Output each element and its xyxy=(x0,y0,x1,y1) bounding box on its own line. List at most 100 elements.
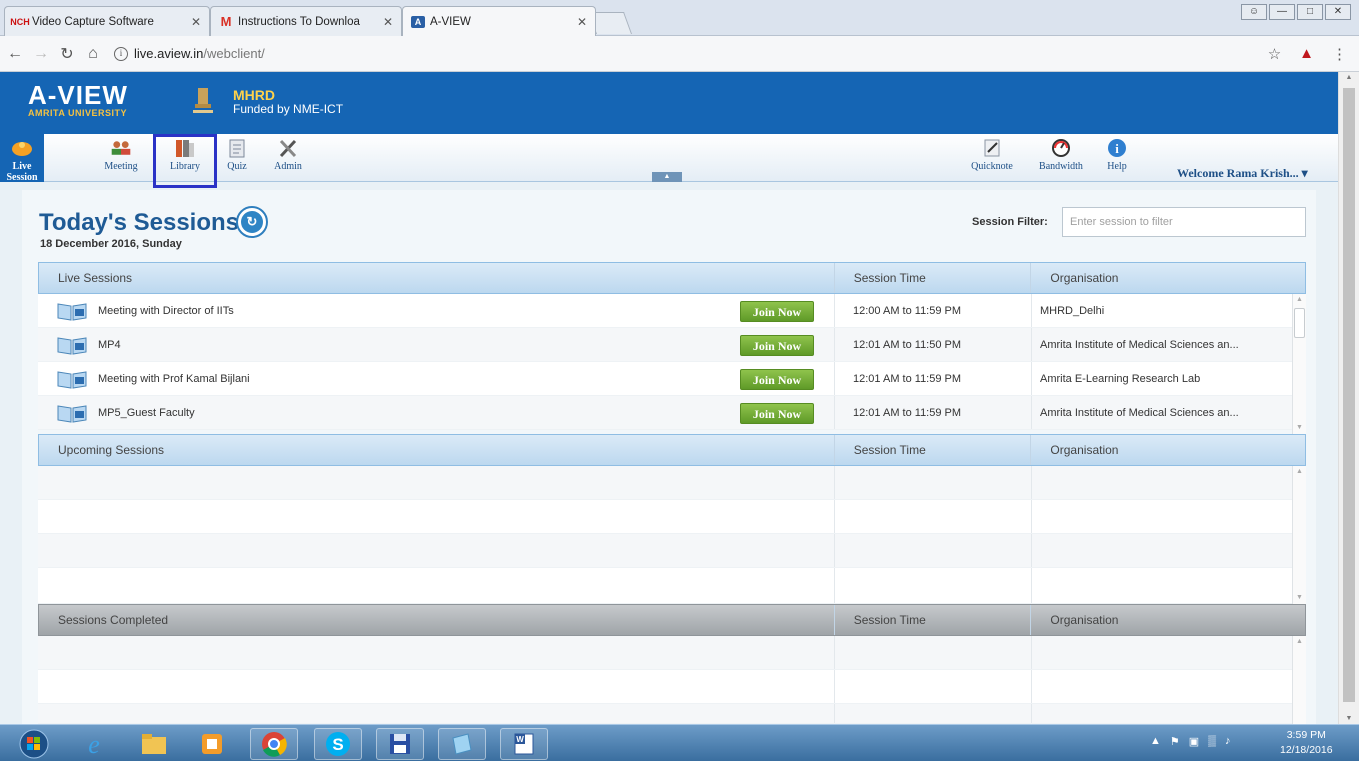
meeting-icon xyxy=(110,138,132,158)
signal-icon[interactable]: ▒ xyxy=(1208,735,1216,748)
bandwidth-gauge-icon xyxy=(1050,138,1072,158)
chrome-icon[interactable] xyxy=(250,728,298,760)
aview-logo: A-VIEW AMRITA UNIVERSITY xyxy=(28,82,128,118)
open-book-icon xyxy=(57,336,87,355)
upcoming-sessions-header: Upcoming Sessions Session Time Organisat… xyxy=(38,434,1306,466)
close-icon[interactable]: ✕ xyxy=(191,15,201,29)
toolbar-label: Meeting xyxy=(104,161,138,172)
scroll-down-icon[interactable]: ▼ xyxy=(1293,592,1306,604)
completed-sessions-scrollbar[interactable]: ▲ xyxy=(1292,636,1306,724)
extension-icon[interactable]: ▲ xyxy=(1299,45,1314,63)
file-explorer-icon[interactable] xyxy=(130,728,178,760)
reload-icon[interactable]: ↻ xyxy=(56,44,78,64)
help-info-icon: i xyxy=(1106,138,1128,158)
join-now-button[interactable]: Join Now xyxy=(740,301,814,322)
scroll-up-icon[interactable]: ▲ xyxy=(1293,636,1306,648)
close-window-icon[interactable]: ✕ xyxy=(1325,4,1351,20)
join-now-button[interactable]: Join Now xyxy=(740,403,814,424)
session-filter-input[interactable] xyxy=(1062,207,1306,237)
scroll-down-icon[interactable]: ▼ xyxy=(1339,715,1359,722)
col-session-time: Session Time xyxy=(835,435,1032,465)
scroll-up-icon[interactable]: ▲ xyxy=(1293,466,1306,478)
toolbar-label: Live Session xyxy=(6,161,38,183)
toolbar-library[interactable]: Library xyxy=(160,134,210,182)
mhrd-branding: MHRD Funded by NME-ICT xyxy=(233,88,343,116)
live-sessions-scrollbar[interactable]: ▲ ▼ xyxy=(1292,294,1306,434)
scroll-up-icon[interactable]: ▲ xyxy=(1293,294,1306,306)
org-title: MHRD xyxy=(233,87,275,103)
col-upcoming-sessions: Upcoming Sessions xyxy=(39,435,835,465)
minimize-icon[interactable]: — xyxy=(1269,4,1295,20)
url-field[interactable]: i live.aview.in/webclient/ xyxy=(114,46,265,61)
join-now-button[interactable]: Join Now xyxy=(740,369,814,390)
tray-expand-icon[interactable]: ▲ xyxy=(1150,735,1161,748)
internet-explorer-icon[interactable]: e xyxy=(70,728,118,760)
toolbar-quiz[interactable]: Quiz xyxy=(220,134,254,182)
organisation: Amrita E-Learning Research Lab xyxy=(1040,372,1201,385)
completed-sessions-table: Sessions Completed Session Time Organisa… xyxy=(38,604,1306,724)
toolbar-label: Library xyxy=(170,161,200,172)
col-organisation: Organisation xyxy=(1050,613,1119,627)
session-name: Meeting with Director of IITs xyxy=(98,304,234,317)
upcoming-sessions-scrollbar[interactable]: ▲ ▼ xyxy=(1292,466,1306,604)
national-emblem-icon xyxy=(193,88,213,113)
empty-row xyxy=(38,670,1292,704)
join-now-button[interactable]: Join Now xyxy=(740,335,814,356)
page-scroll-thumb[interactable] xyxy=(1343,88,1355,702)
save-floppy-icon[interactable] xyxy=(376,728,424,760)
scroll-thumb[interactable] xyxy=(1294,308,1305,338)
refresh-button[interactable]: ↻ xyxy=(236,206,268,238)
notes-app-icon[interactable] xyxy=(438,728,486,760)
scroll-down-icon[interactable]: ▼ xyxy=(1293,422,1306,434)
clock-time: 3:59 PM xyxy=(1286,729,1326,741)
session-name-cell: Meeting with Prof Kamal Bijlani Join Now xyxy=(38,362,835,395)
page-scrollbar[interactable]: ▲ ▼ xyxy=(1338,72,1359,724)
forward-icon[interactable]: → xyxy=(30,45,52,63)
table-row: MP4 Join Now 12:01 AM to 11:50 PM Amrita… xyxy=(38,328,1292,362)
admin-tools-icon xyxy=(277,138,299,158)
start-button[interactable] xyxy=(14,728,54,760)
session-name-cell: MP4 Join Now xyxy=(38,328,835,361)
live-session-icon xyxy=(11,138,33,158)
toolbar-live-session[interactable]: Live Session xyxy=(0,134,44,183)
empty-row xyxy=(38,534,1292,568)
network-device-icon[interactable]: ▣ xyxy=(1189,735,1199,748)
browser-tab-aview[interactable]: A A-VIEW ✕ xyxy=(402,6,596,36)
empty-row xyxy=(38,466,1292,500)
bookmark-star-icon[interactable]: ☆ xyxy=(1268,45,1281,63)
word-app-icon[interactable]: W xyxy=(500,728,548,760)
app-header: A-VIEW AMRITA UNIVERSITY MHRD Funded by … xyxy=(0,72,1338,134)
flag-icon[interactable]: ⚑ xyxy=(1170,735,1180,748)
toolbar-admin[interactable]: Admin xyxy=(268,134,308,182)
quiz-icon xyxy=(226,138,248,158)
maximize-icon[interactable]: □ xyxy=(1297,4,1323,20)
user-menu[interactable]: Welcome Rama Krish... ▾ xyxy=(1177,166,1308,181)
toolbar-bandwidth[interactable]: Bandwidth xyxy=(1032,134,1090,182)
collapse-header-icon[interactable]: ▲ xyxy=(652,172,682,182)
menu-dots-icon[interactable]: ⋮ xyxy=(1332,45,1347,63)
system-clock[interactable]: 3:59 PM 12/18/2016 xyxy=(1280,728,1333,758)
user-icon[interactable]: ☺ xyxy=(1241,4,1267,20)
volume-icon[interactable]: ♪ xyxy=(1225,735,1231,748)
toolbar-label: Help xyxy=(1107,161,1127,172)
skype-icon[interactable]: S xyxy=(314,728,362,760)
gmail-favicon-icon: M xyxy=(220,14,232,29)
close-icon[interactable]: ✕ xyxy=(577,15,587,29)
back-icon[interactable]: ← xyxy=(4,45,26,63)
close-icon[interactable]: ✕ xyxy=(383,15,393,29)
toolbar-help[interactable]: i Help xyxy=(1102,134,1132,182)
session-time: 12:01 AM to 11:50 PM xyxy=(835,328,1032,361)
browser-tab-instructions[interactable]: M Instructions To Downloa ✕ xyxy=(210,6,402,36)
scroll-up-icon[interactable]: ▲ xyxy=(1339,74,1359,81)
media-player-icon[interactable] xyxy=(188,728,236,760)
table-row: Meeting with Director of IITs Join Now 1… xyxy=(38,294,1292,328)
session-name-cell: MP5_Guest Faculty Join Now xyxy=(38,396,835,429)
toolbar-label: Bandwidth xyxy=(1039,161,1083,172)
windows-taskbar: e S W ▲ ⚑ ▣ ▒ ♪ 3:59 PM 12/18/2016 xyxy=(0,724,1359,761)
toolbar-meeting[interactable]: Meeting xyxy=(96,134,146,182)
toolbar-quicknote[interactable]: Quicknote xyxy=(964,134,1020,182)
toolbar-label: Quicknote xyxy=(971,161,1013,172)
browser-tab-video-capture[interactable]: NCH Video Capture Software ✕ xyxy=(4,6,210,36)
home-icon[interactable]: ⌂ xyxy=(82,45,104,63)
info-icon[interactable]: i xyxy=(114,46,128,61)
